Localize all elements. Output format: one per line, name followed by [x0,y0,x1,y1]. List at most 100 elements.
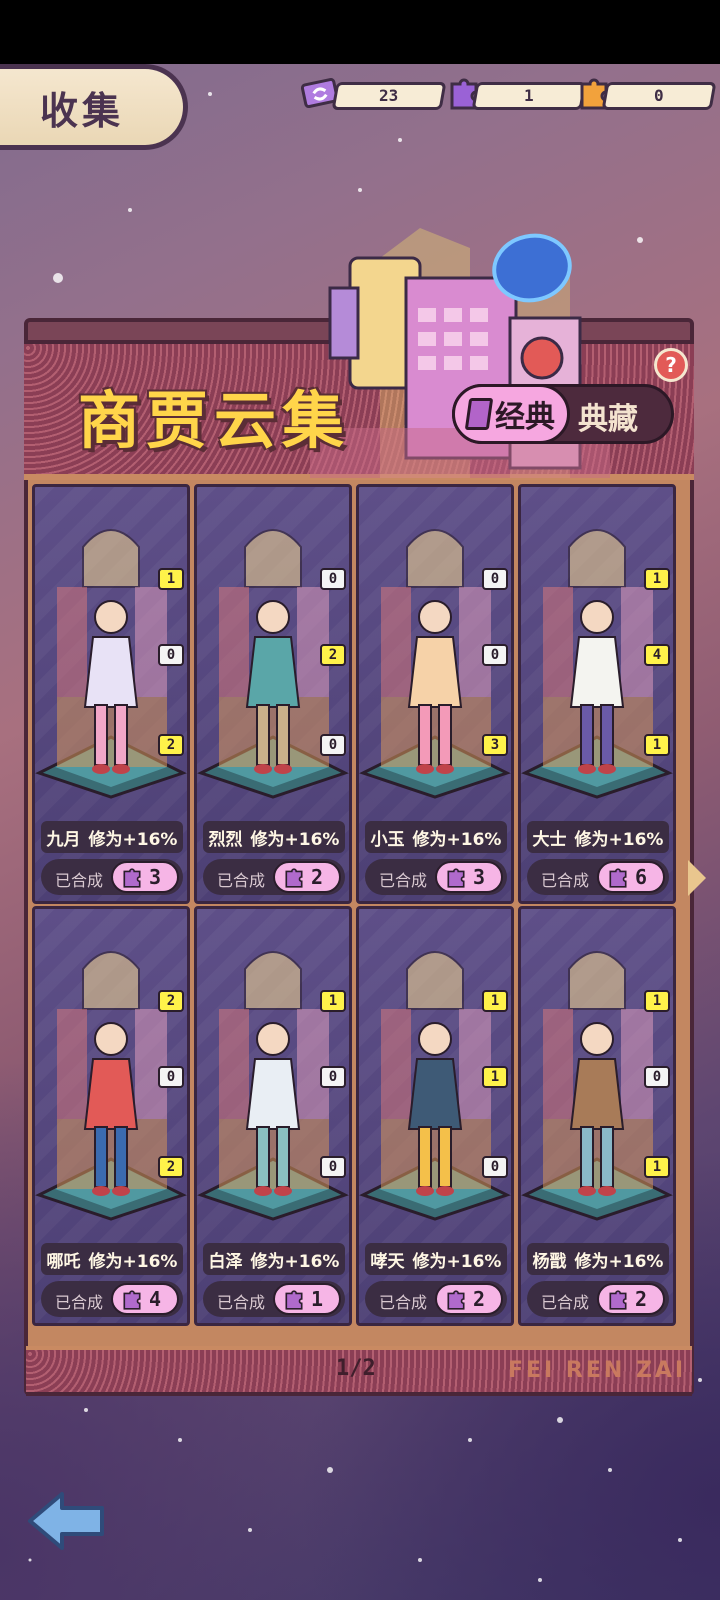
level-badge: 3 [482,734,508,756]
synthesis-status: 已合成 4 [41,1281,183,1317]
character-bonus: 修为+16% [88,1251,178,1272]
collection-title: 商贾云集 [78,384,351,457]
synthesis-label: 已合成 [55,871,104,890]
page-title: 收集 [40,88,125,133]
level-badge: 0 [482,644,508,666]
synthesis-label: 已合成 [379,871,428,890]
character-caption: 大士 修为+16% [527,821,669,853]
level-badge: 0 [644,1066,670,1088]
character-name: 哮天 [370,1251,405,1272]
level-badge: 2 [158,734,184,756]
character-card[interactable]: 杨戬 修为+16% 已合成 2 [518,906,676,1326]
puzzle-count: 4 [149,1287,162,1311]
character-name: 哪吒 [46,1251,81,1272]
puzzle-count: 1 [311,1287,324,1311]
character-bonus: 修为+16% [412,829,502,850]
character-bonus: 修为+16% [250,829,340,850]
character-card[interactable]: 烈烈 修为+16% 已合成 2 [194,484,352,904]
character-name: 小玉 [370,829,405,850]
character-bonus: 修为+16% [574,829,664,850]
help-button[interactable]: ? [654,348,688,382]
character-card[interactable]: 哮天 修为+16% 已合成 2 [356,906,514,1326]
character-card[interactable]: 哪吒 修为+16% 已合成 4 [32,906,190,1326]
puzzle-count-badge: 4 [111,1283,179,1315]
puzzle-count-badge: 3 [111,861,179,893]
puzzle-count: 3 [149,865,162,889]
level-badge: 0 [320,1066,346,1088]
puzzle-icon [609,1290,627,1310]
synthesis-status: 已合成 2 [527,1281,669,1317]
puzzle-icon [123,1290,141,1310]
ticket-counter: 23 [331,82,447,110]
page-title-tab: 收集 [0,64,188,150]
character-caption: 哪吒 修为+16% [41,1243,183,1275]
puzzle-count-badge: 3 [435,861,503,893]
puzzle-count-badge: 6 [597,861,665,893]
synthesis-label: 已合成 [55,1293,104,1312]
puzzle-icon [285,868,303,888]
puzzle-icon [447,868,465,888]
character-card[interactable]: 小玉 修为+16% 已合成 3 [356,484,514,904]
book-icon [464,398,494,430]
puzzle-count: 2 [473,1287,486,1311]
puzzle-count: 3 [473,865,486,889]
back-arrow-icon[interactable] [24,1488,108,1554]
level-badge: 1 [644,734,670,756]
synthesis-label: 已合成 [217,871,266,890]
synthesis-label: 已合成 [541,1293,590,1312]
level-badge: 1 [158,568,184,590]
synthesis-status: 已合成 2 [203,859,345,895]
page-indicator: 1/2 [336,1356,376,1381]
character-name: 杨戬 [532,1251,567,1272]
level-badge: 2 [320,644,346,666]
collector-tab[interactable]: 典藏 [578,394,638,438]
next-page-arrow[interactable] [688,860,706,896]
puzzle-icon [285,1290,303,1310]
level-badge: 4 [644,644,670,666]
character-caption: 小玉 修为+16% [365,821,507,853]
character-name: 白泽 [208,1251,243,1272]
character-caption: 烈烈 修为+16% [203,821,345,853]
synthesis-status: 已合成 6 [527,859,669,895]
synthesis-label: 已合成 [217,1293,266,1312]
level-badge: 2 [158,990,184,1012]
puzzle-count-badge: 1 [273,1283,341,1315]
level-badge: 1 [320,990,346,1012]
character-caption: 哮天 修为+16% [365,1243,507,1275]
character-caption: 白泽 修为+16% [203,1243,345,1275]
purple-puzzle-counter: 1 [471,82,587,110]
status-bar [0,0,720,64]
level-badge: 0 [158,644,184,666]
synthesis-label: 已合成 [379,1293,428,1312]
character-card[interactable]: 九月 修为+16% 已合成 3 [32,484,190,904]
character-card[interactable]: 大士 修为+16% 已合成 6 [518,484,676,904]
puzzle-icon [609,868,627,888]
synthesis-status: 已合成 2 [365,1281,507,1317]
brand-text: FEI REN ZAI [508,1358,687,1383]
character-bonus: 修为+16% [88,829,178,850]
character-bonus: 修为+16% [412,1251,502,1272]
level-badge: 0 [320,568,346,590]
puzzle-count: 2 [635,1287,648,1311]
synthesis-status: 已合成 3 [365,859,507,895]
level-badge: 1 [644,568,670,590]
classic-tab[interactable]: 经典 [452,384,570,444]
level-badge: 1 [482,990,508,1012]
level-badge: 0 [320,734,346,756]
synthesis-status: 已合成 3 [41,859,183,895]
level-badge: 0 [482,568,508,590]
puzzle-count-badge: 2 [435,1283,503,1315]
character-bonus: 修为+16% [250,1251,340,1272]
puzzle-icon [447,1290,465,1310]
puzzle-icon [123,868,141,888]
orange-puzzle-counter: 0 [601,82,717,110]
character-card[interactable]: 白泽 修为+16% 已合成 1 [194,906,352,1326]
puzzle-count-badge: 2 [273,861,341,893]
synthesis-label: 已合成 [541,871,590,890]
level-badge: 0 [482,1156,508,1178]
level-badge: 0 [320,1156,346,1178]
level-badge: 1 [482,1066,508,1088]
puzzle-count-badge: 2 [597,1283,665,1315]
level-badge: 1 [644,990,670,1012]
puzzle-count: 2 [311,865,324,889]
